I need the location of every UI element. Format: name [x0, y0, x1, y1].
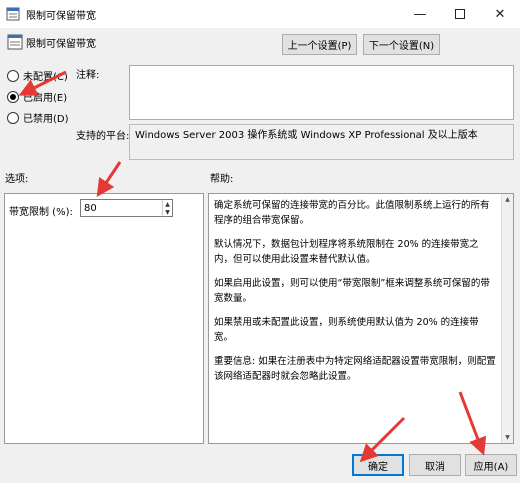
- apply-label: 应用(A): [473, 461, 509, 473]
- help-scrollbar[interactable]: ▲ ▼: [501, 194, 513, 443]
- policy-setting-icon: [7, 34, 23, 50]
- radio-not-configured[interactable]: 未配置(C): [7, 68, 68, 83]
- previous-setting-label: 上一个设置(P): [287, 41, 352, 52]
- spin-buttons: ▲ ▼: [162, 200, 172, 216]
- radio-label: 已启用(E): [23, 93, 68, 104]
- policy-setting-icon: [6, 7, 20, 21]
- next-setting-button[interactable]: 下一个设置(N): [363, 34, 440, 55]
- ok-label: 确定: [368, 461, 388, 473]
- radio-label: 未配置(C): [23, 72, 68, 83]
- scroll-down-icon[interactable]: ▼: [505, 434, 510, 441]
- previous-setting-button[interactable]: 上一个设置(P): [282, 34, 357, 55]
- help-label: 帮助:: [210, 174, 234, 185]
- help-text: 确定系统可保留的连接带宽的百分比。此值限制系统上运行的所有程序的组合带宽保留。 …: [209, 194, 501, 443]
- apply-button[interactable]: 应用(A): [465, 454, 517, 476]
- cancel-label: 取消: [425, 461, 445, 473]
- radio-indicator-selected: [7, 90, 19, 103]
- radio-disabled[interactable]: 已禁用(D): [7, 110, 69, 125]
- minimize-icon: —: [413, 6, 427, 22]
- scroll-up-icon[interactable]: ▲: [505, 196, 510, 203]
- comment-label: 注释:: [76, 70, 100, 81]
- maximize-icon: [455, 9, 465, 19]
- radio-indicator: [7, 69, 19, 82]
- help-paragraph: 确定系统可保留的连接带宽的百分比。此值限制系统上运行的所有程序的组合带宽保留。: [214, 200, 490, 226]
- close-button[interactable]: ✕: [480, 0, 520, 28]
- help-paragraph: 如果启用此设置，则可以使用“带宽限制”框来调整系统可保留的带宽数量。: [214, 278, 490, 304]
- supported-platforms-label: 支持的平台:: [76, 131, 130, 142]
- setting-title: 限制可保留带宽: [26, 39, 96, 50]
- options-label: 选项:: [5, 174, 29, 185]
- arrow-bandwidth: [96, 161, 122, 197]
- help-paragraph: 重要信息: 如果在注册表中为特定网络适配器设置带宽限制，则配置该网络适配器时就会…: [214, 356, 496, 382]
- spin-down-icon[interactable]: ▼: [163, 208, 172, 216]
- close-icon: ✕: [494, 6, 506, 22]
- next-setting-label: 下一个设置(N): [368, 41, 435, 52]
- radio-label: 已禁用(D): [23, 114, 69, 125]
- spin-up-icon[interactable]: ▲: [163, 200, 172, 208]
- ok-button[interactable]: 确定: [352, 454, 404, 476]
- radio-enabled[interactable]: 已启用(E): [7, 89, 67, 104]
- cancel-button[interactable]: 取消: [409, 454, 461, 476]
- minimize-button[interactable]: —: [400, 0, 440, 28]
- help-paragraph: 如果禁用或未配置此设置，则系统使用默认值为 20% 的连接带宽。: [214, 317, 479, 343]
- help-paragraph: 默认情况下，数据包计划程序将系统限制在 20% 的连接带宽之内，但可以使用此设置…: [214, 239, 479, 265]
- maximize-button[interactable]: [440, 0, 480, 28]
- comment-textarea[interactable]: [129, 65, 514, 120]
- supported-platforms-box: Windows Server 2003 操作系统或 Windows XP Pro…: [129, 124, 514, 160]
- help-panel: 确定系统可保留的连接带宽的百分比。此值限制系统上运行的所有程序的组合带宽保留。 …: [208, 193, 514, 444]
- title-bar: 限制可保留带宽 — ✕: [0, 0, 520, 28]
- window-title: 限制可保留带宽: [26, 11, 96, 22]
- options-panel: 带宽限制 (%): 80 ▲ ▼: [4, 193, 204, 444]
- bandwidth-limit-label: 带宽限制 (%):: [9, 207, 73, 218]
- bandwidth-limit-spinbox[interactable]: 80 ▲ ▼: [80, 199, 173, 217]
- supported-platforms-value: Windows Server 2003 操作系统或 Windows XP Pro…: [135, 130, 478, 141]
- radio-indicator: [7, 111, 19, 124]
- bandwidth-limit-input[interactable]: 80: [81, 203, 162, 214]
